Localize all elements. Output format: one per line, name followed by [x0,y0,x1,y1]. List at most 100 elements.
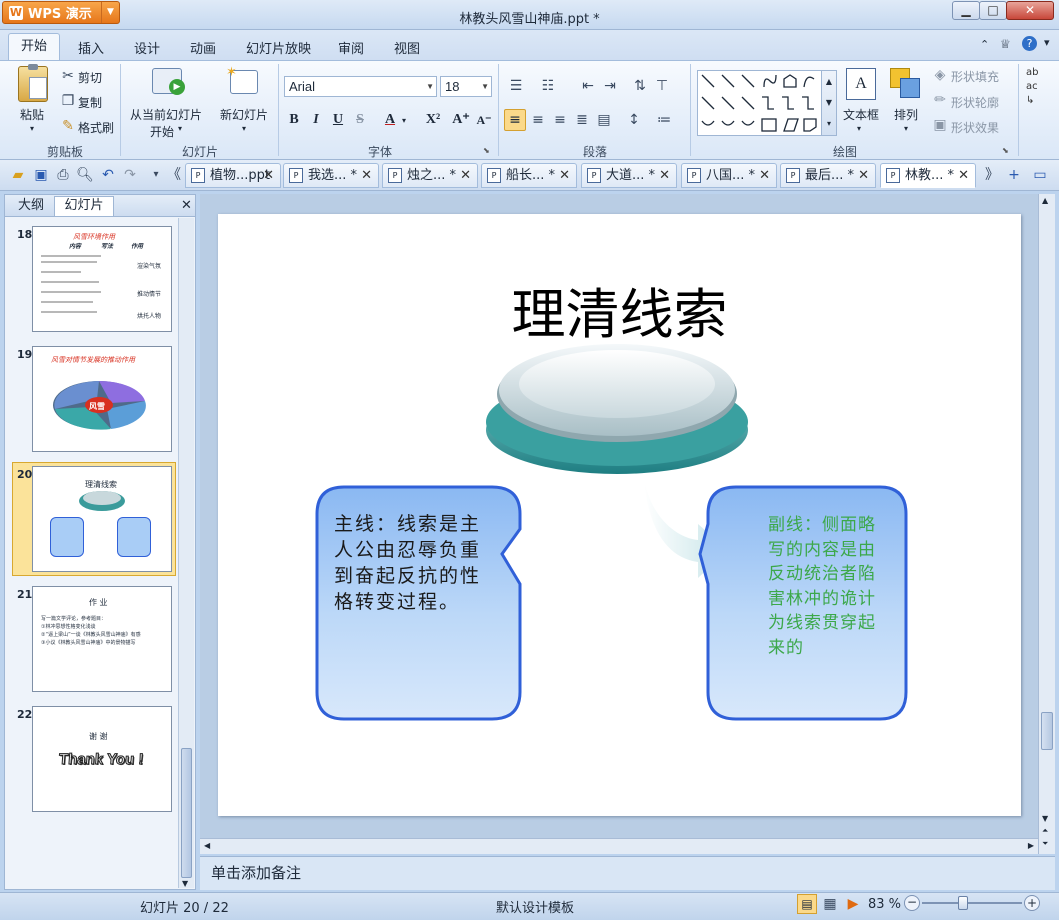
panel-scroll-thumb[interactable] [181,748,192,878]
main-line-text[interactable]: 主线：线索是主人公由忍辱负重到奋起反抗的性格转变过程。 [334,511,498,615]
open-folder-icon[interactable]: ▰ [8,165,28,185]
new-tab-icon[interactable]: + [1004,165,1024,185]
scroll-down-icon[interactable]: ▼ [182,879,188,888]
slide-thumbnail-22[interactable]: 谢 谢 Thank You ! [32,706,172,812]
tab-view[interactable]: 视图 [394,38,420,57]
doc-tab[interactable]: P 烛之... * ✕ [382,163,478,188]
minimize-button[interactable]: ▁ [952,1,980,20]
shapes-gallery[interactable] [697,70,837,136]
align-left-button[interactable]: ≡ [504,109,526,131]
superscript-button[interactable]: X² [420,109,446,131]
customize-toolbar-icon[interactable]: ▾ [146,165,166,185]
slide-thumbnail-19[interactable]: 风雪对情节发展的推动作用 风雪 [32,346,172,452]
scroll-left-icon[interactable]: ◀ [204,841,210,850]
slide-thumbnail-21[interactable]: 作 业 写一篇文学评论，参考题目： ①林冲思想性格变化浅谈 ②“逼上梁山”一谈《… [32,586,172,692]
shrink-font-button[interactable]: A⁻ [473,109,495,131]
scroll-down-icon[interactable]: ▼ [1042,814,1048,823]
chevron-down-icon[interactable]: ▾ [857,124,861,133]
chevron-down-icon[interactable]: ▾ [904,124,908,133]
scroll-up-icon[interactable]: ▲ [1042,196,1048,205]
drawing-dialog-launcher-icon[interactable]: ⬊ [1002,146,1009,155]
print-icon[interactable]: ⎙ [53,165,73,185]
print-preview-icon[interactable]: 🔍︎ [75,165,95,185]
skin-icon[interactable]: ♕ [1000,37,1011,51]
close-tab-icon[interactable]: ✕ [659,164,670,187]
copy-button[interactable]: 复制 [78,94,102,111]
tab-slideshow[interactable]: 幻灯片放映 [246,38,311,57]
tab-scroll-right-icon[interactable]: 》 [982,165,1002,185]
close-tab-icon[interactable]: ✕ [263,164,274,187]
increase-indent-icon[interactable]: ⇥ [600,76,620,96]
distribute-icon[interactable]: ▤ [594,110,614,130]
tab-design[interactable]: 设计 [134,38,160,57]
notes-pane[interactable]: 单击添加备注 [200,856,1055,890]
columns-icon[interactable]: ≔ [654,110,674,130]
paste-button[interactable]: 粘贴 [20,106,44,123]
bold-button[interactable]: B [284,109,304,131]
shape-effect-button[interactable]: 形状效果 [951,119,999,136]
strikethrough-button[interactable]: S [350,109,370,131]
arrange-button[interactable]: 排列 [894,106,918,123]
maximize-button[interactable]: □ [979,1,1007,20]
font-dialog-launcher-icon[interactable]: ⬊ [483,146,490,155]
close-tab-icon[interactable]: ✕ [958,164,969,187]
format-painter-button[interactable]: 格式刷 [78,119,114,136]
shape-fill-button[interactable]: 形状填充 [951,68,999,85]
undo-icon[interactable]: ↶ [98,165,118,185]
doc-tab[interactable]: P 植物...ppt ✕ [185,163,281,188]
scroll-right-icon[interactable]: ▶ [1028,841,1034,850]
vertical-scrollbar[interactable]: ▲ ▼ ⏶ ⏷ [1038,194,1055,854]
tab-scroll-left-icon[interactable]: 《 [164,165,184,185]
slide-sorter-icon[interactable]: ▦ [820,894,840,914]
disc-shape[interactable] [484,334,752,480]
textbox-button[interactable]: 文本框 [843,106,879,123]
previous-slide-icon[interactable]: ⏶ [1042,826,1048,836]
tab-outline[interactable]: 大纲 [10,197,52,217]
panel-scrollbar[interactable]: ▼ [178,218,194,888]
bullets-icon[interactable]: ☰ [506,76,526,96]
line-spacing-icon[interactable]: ↕ [624,110,644,130]
chevron-down-icon[interactable]: ▾ [402,116,406,125]
zoom-out-button[interactable]: − [904,895,920,911]
chevron-down-icon[interactable]: ▾ [178,124,182,133]
slideshow-view-icon[interactable]: ▶ [843,894,863,914]
chevron-down-icon[interactable]: ▾ [1044,36,1050,49]
font-size-select[interactable]: 18 ▼ [440,76,492,97]
close-tab-icon[interactable]: ✕ [559,164,570,187]
normal-view-icon[interactable]: ▤ [797,894,817,914]
sub-line-text[interactable]: 副线：侧面略写的内容是由反动统治者陷害林冲的诡计为线索贯穿起来的 [768,513,892,660]
font-color-button[interactable]: A [380,109,400,131]
font-name-select[interactable]: Arial ▼ [284,76,437,97]
doc-tab[interactable]: P 大道... * ✕ [581,163,677,188]
tab-list-icon[interactable]: ▭ [1030,165,1050,185]
find-replace-icon[interactable]: ab ac ↳ [1026,66,1038,108]
tab-insert[interactable]: 插入 [78,38,104,57]
help-icon[interactable]: ? [1022,36,1037,51]
justify-icon[interactable]: ≣ [572,110,592,130]
vertical-scroll-thumb[interactable] [1041,712,1053,750]
play-from-current-button[interactable]: 从当前幻灯片 [130,106,202,123]
collapse-ribbon-icon[interactable]: ⌃ [980,38,989,51]
align-center-icon[interactable]: ≡ [528,110,548,130]
slide-thumbnail-20[interactable]: 理清线索 [32,466,172,572]
grow-font-button[interactable]: A⁺ [450,109,472,131]
zoom-slider[interactable] [922,902,1022,904]
numbering-icon[interactable]: ☷ [538,76,558,96]
shapes-gallery-scroll[interactable]: ▲ ▼ ▾ [821,70,837,136]
new-slide-button[interactable]: 新幻灯片 [220,106,268,123]
horizontal-scrollbar[interactable]: ◀ ▶ [200,838,1038,854]
next-slide-icon[interactable]: ⏷ [1042,839,1048,849]
tab-slides[interactable]: 幻灯片 [54,196,114,216]
doc-tab[interactable]: P 八国... * ✕ [681,163,777,188]
underline-button[interactable]: U [328,109,348,131]
doc-tab-active[interactable]: P 林教... * ✕ [880,163,976,188]
decrease-indent-icon[interactable]: ⇤ [578,76,598,96]
redo-icon[interactable]: ↷ [120,165,140,185]
close-tab-icon[interactable]: ✕ [460,164,471,187]
close-tab-icon[interactable]: ✕ [361,164,372,187]
doc-tab[interactable]: P 船长... * ✕ [481,163,577,188]
close-panel-icon[interactable]: ✕ [181,198,192,213]
slide-thumbnail-18[interactable]: 风雪环境作用 内容 写法 作用 渲染气氛 推动情节 烘托人物 [32,226,172,332]
save-icon[interactable]: ▣ [31,165,51,185]
zoom-in-button[interactable]: + [1024,895,1040,911]
